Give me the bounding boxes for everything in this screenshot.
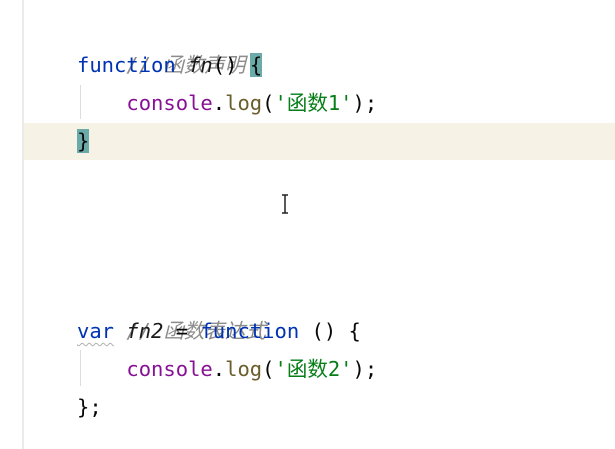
function-name: fn: [188, 53, 213, 77]
gutter-divider: [22, 0, 24, 449]
object: console: [126, 357, 213, 381]
code-line-function-expression: var fn2 = function () {: [77, 312, 361, 350]
close-brace: };: [77, 395, 102, 419]
code-line-close-brace: };: [77, 388, 102, 426]
parens-brace: () {: [299, 319, 361, 343]
keyword: function: [77, 53, 176, 77]
paren-open: (: [262, 91, 275, 115]
keyword: function: [200, 319, 300, 343]
code-line-console-log: console.log('函数1');: [77, 84, 377, 122]
method: log: [225, 91, 263, 115]
current-line-highlight: [24, 123, 615, 160]
dot: .: [212, 357, 226, 381]
string: '函数2': [274, 357, 353, 381]
assign: =: [163, 319, 201, 343]
text-cursor-ibeam-icon: [282, 194, 288, 214]
string: '函数1': [274, 91, 353, 115]
method: log: [225, 357, 263, 381]
parens: (): [212, 53, 250, 77]
dot: .: [212, 91, 226, 115]
paren-close: );: [352, 357, 378, 381]
paren-open: (: [262, 357, 275, 381]
variable-name: fn2: [126, 319, 164, 343]
code-line-close-brace: }: [77, 122, 90, 160]
code-line-comment: // 函数表达式: [77, 274, 266, 343]
brace-match-close: }: [77, 129, 90, 153]
paren-close: );: [352, 91, 378, 115]
brace-match-open: {: [249, 53, 263, 77]
object: console: [126, 91, 213, 115]
keyword-var: var: [77, 319, 115, 343]
code-line-comment: // 函数声明: [77, 8, 245, 77]
code-line-console-log: console.log('函数2');: [77, 350, 377, 388]
code-line-function-declaration: function fn() {: [77, 46, 263, 84]
